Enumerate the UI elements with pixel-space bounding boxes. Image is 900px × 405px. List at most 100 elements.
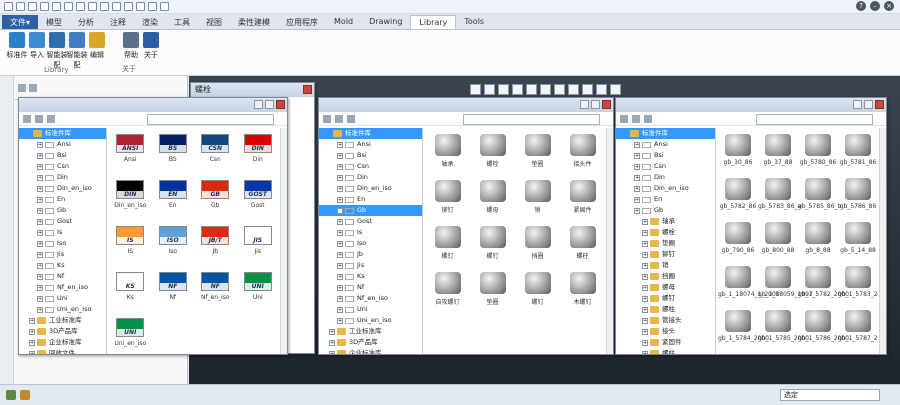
tree-item[interactable]: + En xyxy=(616,194,715,205)
toolbar-icon[interactable] xyxy=(47,114,55,123)
tree-root[interactable]: 标准件库 xyxy=(616,128,715,139)
library-item[interactable]: 挡圈 xyxy=(515,226,560,260)
tree-root[interactable]: 标准件库 xyxy=(19,128,106,139)
expand-icon[interactable]: + xyxy=(642,339,648,346)
tree-item[interactable]: + Din_en_iso xyxy=(19,183,106,194)
library-item[interactable]: gb_30_86 xyxy=(718,134,758,166)
close-icon[interactable] xyxy=(602,100,611,109)
expand-icon[interactable]: + xyxy=(329,328,335,335)
tree-item[interactable]: + 螺栓 xyxy=(616,227,715,238)
close-icon[interactable] xyxy=(875,100,884,109)
tree-item[interactable]: + Din xyxy=(616,172,715,183)
toolbar-icon[interactable] xyxy=(632,114,640,123)
library-item[interactable]: 螺柱 xyxy=(560,226,605,260)
qat-icon[interactable] xyxy=(40,2,49,11)
tree-item[interactable]: + Ansi xyxy=(19,139,106,150)
tree-item[interactable]: + 工业标准库 xyxy=(319,326,422,337)
library-item[interactable]: UNI Uni xyxy=(237,272,280,301)
tree-item[interactable]: + 回收文件 xyxy=(19,348,106,354)
expand-icon[interactable]: + xyxy=(337,273,343,280)
tree-item[interactable]: + 企业标准库 xyxy=(19,337,106,348)
library-item[interactable]: gb_1_5782_2000 xyxy=(798,266,849,298)
ribbon-tab[interactable]: 文件▾ xyxy=(2,15,39,29)
expand-icon[interactable]: + xyxy=(642,262,648,269)
library-item[interactable]: 轴承 xyxy=(425,134,470,168)
library-item[interactable]: gb_1_5783_2000 xyxy=(838,266,878,298)
ribbon-tab[interactable]: 工具 xyxy=(166,15,198,29)
expand-icon[interactable]: + xyxy=(337,218,343,225)
tree-item[interactable]: + 挡圈 xyxy=(616,271,715,282)
ribbon-tab[interactable]: Drawing xyxy=(361,15,410,29)
tree-item[interactable]: + 管接头 xyxy=(616,315,715,326)
expand-icon[interactable]: + xyxy=(329,339,335,346)
expand-icon[interactable]: + xyxy=(37,251,43,258)
library-item[interactable]: gb_1_5785_2000 xyxy=(758,310,809,342)
view-tool-icon[interactable] xyxy=(498,84,509,95)
tree-item[interactable]: + 垫圈 xyxy=(616,238,715,249)
library-item[interactable]: 木螺钉 xyxy=(560,272,605,306)
expand-icon[interactable]: + xyxy=(337,262,343,269)
library-item[interactable]: 铆钉 xyxy=(425,180,470,214)
expand-icon[interactable]: + xyxy=(29,350,35,354)
toolbar-icon[interactable] xyxy=(23,114,31,123)
library-item[interactable]: JB/T Jb xyxy=(194,226,237,255)
library-item[interactable]: CSN Csn xyxy=(194,134,237,163)
view-tool-icon[interactable] xyxy=(470,84,481,95)
maximize-icon[interactable] xyxy=(864,100,873,109)
expand-icon[interactable]: + xyxy=(337,196,343,203)
expand-icon[interactable]: + xyxy=(37,262,43,269)
tree-item[interactable]: + Csn xyxy=(319,161,422,172)
expand-icon[interactable]: + xyxy=(37,174,43,181)
library-item[interactable]: EN En xyxy=(152,180,195,209)
tree-item[interactable]: + Csn xyxy=(19,161,106,172)
qat-icon[interactable] xyxy=(148,2,157,11)
library-item[interactable]: gb_1_5784_2000 xyxy=(718,310,769,342)
expand-icon[interactable]: + xyxy=(642,284,648,291)
tree-item[interactable]: + Ks xyxy=(319,271,422,282)
view-tool-icon[interactable] xyxy=(512,84,523,95)
library-item[interactable]: 螺钉 xyxy=(470,226,515,260)
expand-icon[interactable]: + xyxy=(337,240,343,247)
view-tool-icon[interactable] xyxy=(610,84,621,95)
expand-icon[interactable]: + xyxy=(29,328,35,335)
expand-icon[interactable]: + xyxy=(337,229,343,236)
qat-icon[interactable] xyxy=(16,2,25,11)
path-box[interactable] xyxy=(463,114,600,125)
expand-icon[interactable]: + xyxy=(642,306,648,313)
tree-item[interactable]: + 铆钉 xyxy=(616,249,715,260)
tree-item[interactable]: + Csn xyxy=(616,161,715,172)
expand-icon[interactable]: + xyxy=(337,284,343,291)
tree-item[interactable]: + Jis xyxy=(19,249,106,260)
tree-item[interactable]: + En xyxy=(19,194,106,205)
expand-icon[interactable]: + xyxy=(337,185,343,192)
ribbon-button[interactable]: 关于 xyxy=(138,32,164,60)
tree-item[interactable]: + 企业标准库 xyxy=(319,348,422,354)
tree-icon[interactable] xyxy=(18,83,26,92)
expand-icon[interactable]: + xyxy=(37,141,43,148)
tree-item[interactable]: + Is xyxy=(319,227,422,238)
tree-item[interactable]: + Bsi xyxy=(19,150,106,161)
expand-icon[interactable]: + xyxy=(37,273,43,280)
expand-icon[interactable]: + xyxy=(642,273,648,280)
minimize-icon[interactable] xyxy=(254,100,263,109)
toolbar-icon[interactable] xyxy=(620,114,628,123)
path-box[interactable] xyxy=(147,114,274,125)
tree-item[interactable]: + Ansi xyxy=(319,139,422,150)
ribbon-tab[interactable]: 注释 xyxy=(102,15,134,29)
expand-icon[interactable]: + xyxy=(642,229,648,236)
tree-item[interactable]: + 螺母 xyxy=(616,282,715,293)
expand-icon[interactable]: + xyxy=(337,251,343,258)
expand-icon[interactable]: + xyxy=(329,350,335,354)
selection-filter[interactable]: 选定 xyxy=(780,389,880,401)
expand-icon[interactable]: + xyxy=(337,163,343,170)
library-item[interactable]: UNI Uni_en_iso xyxy=(109,318,152,347)
expand-icon[interactable]: + xyxy=(37,295,43,302)
library-item[interactable]: 垫圈 xyxy=(470,272,515,306)
qat-icon[interactable] xyxy=(124,2,133,11)
expand-icon[interactable]: + xyxy=(37,229,43,236)
expand-icon[interactable]: + xyxy=(37,185,43,192)
expand-icon[interactable]: + xyxy=(634,141,640,148)
toolbar-icon[interactable] xyxy=(644,114,652,123)
expand-icon[interactable]: + xyxy=(37,306,43,313)
expand-icon[interactable]: + xyxy=(642,240,648,247)
